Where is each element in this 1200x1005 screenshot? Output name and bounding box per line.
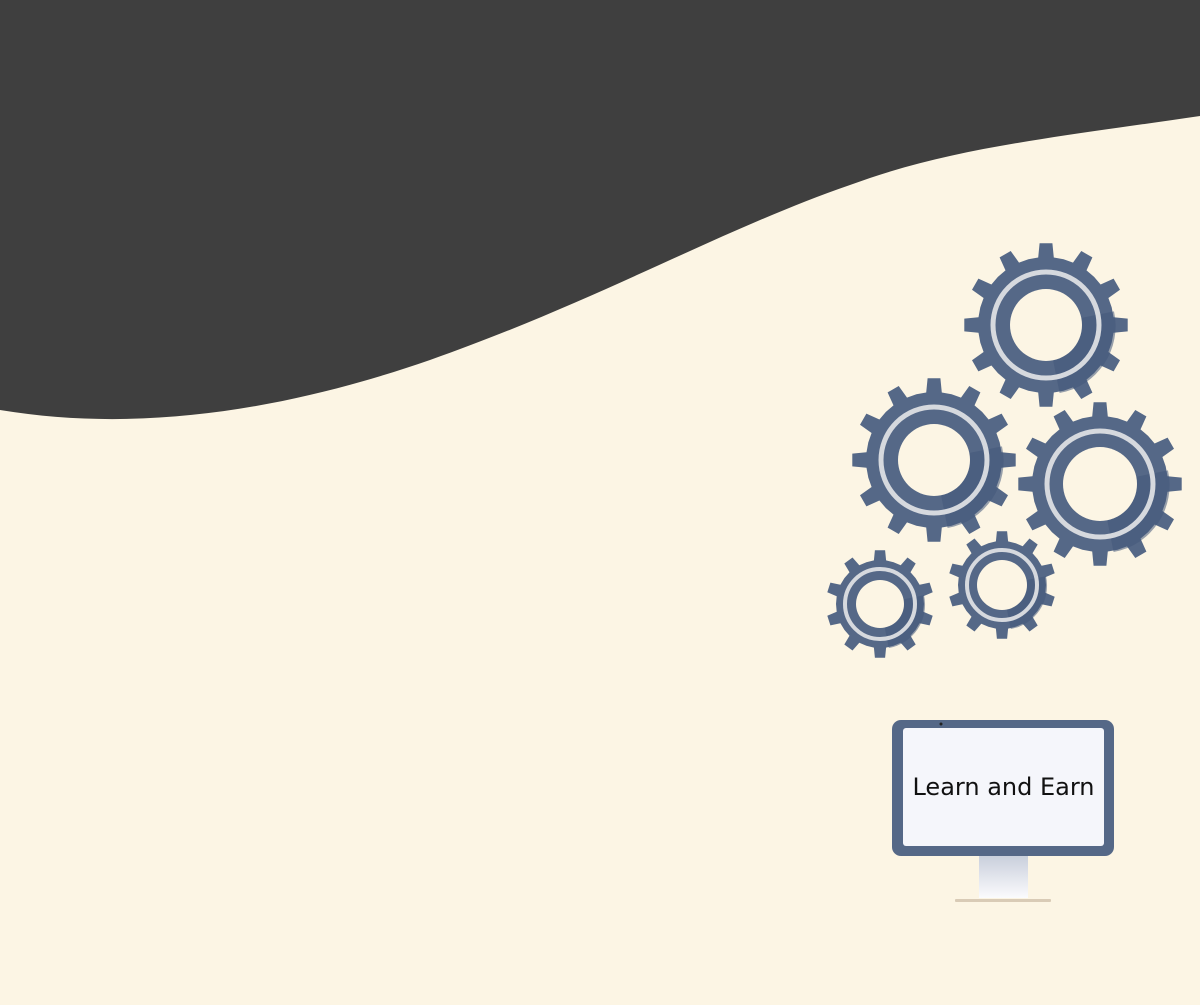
monitor-label: Learn and Earn <box>912 773 1095 801</box>
illustration <box>0 0 1200 1005</box>
